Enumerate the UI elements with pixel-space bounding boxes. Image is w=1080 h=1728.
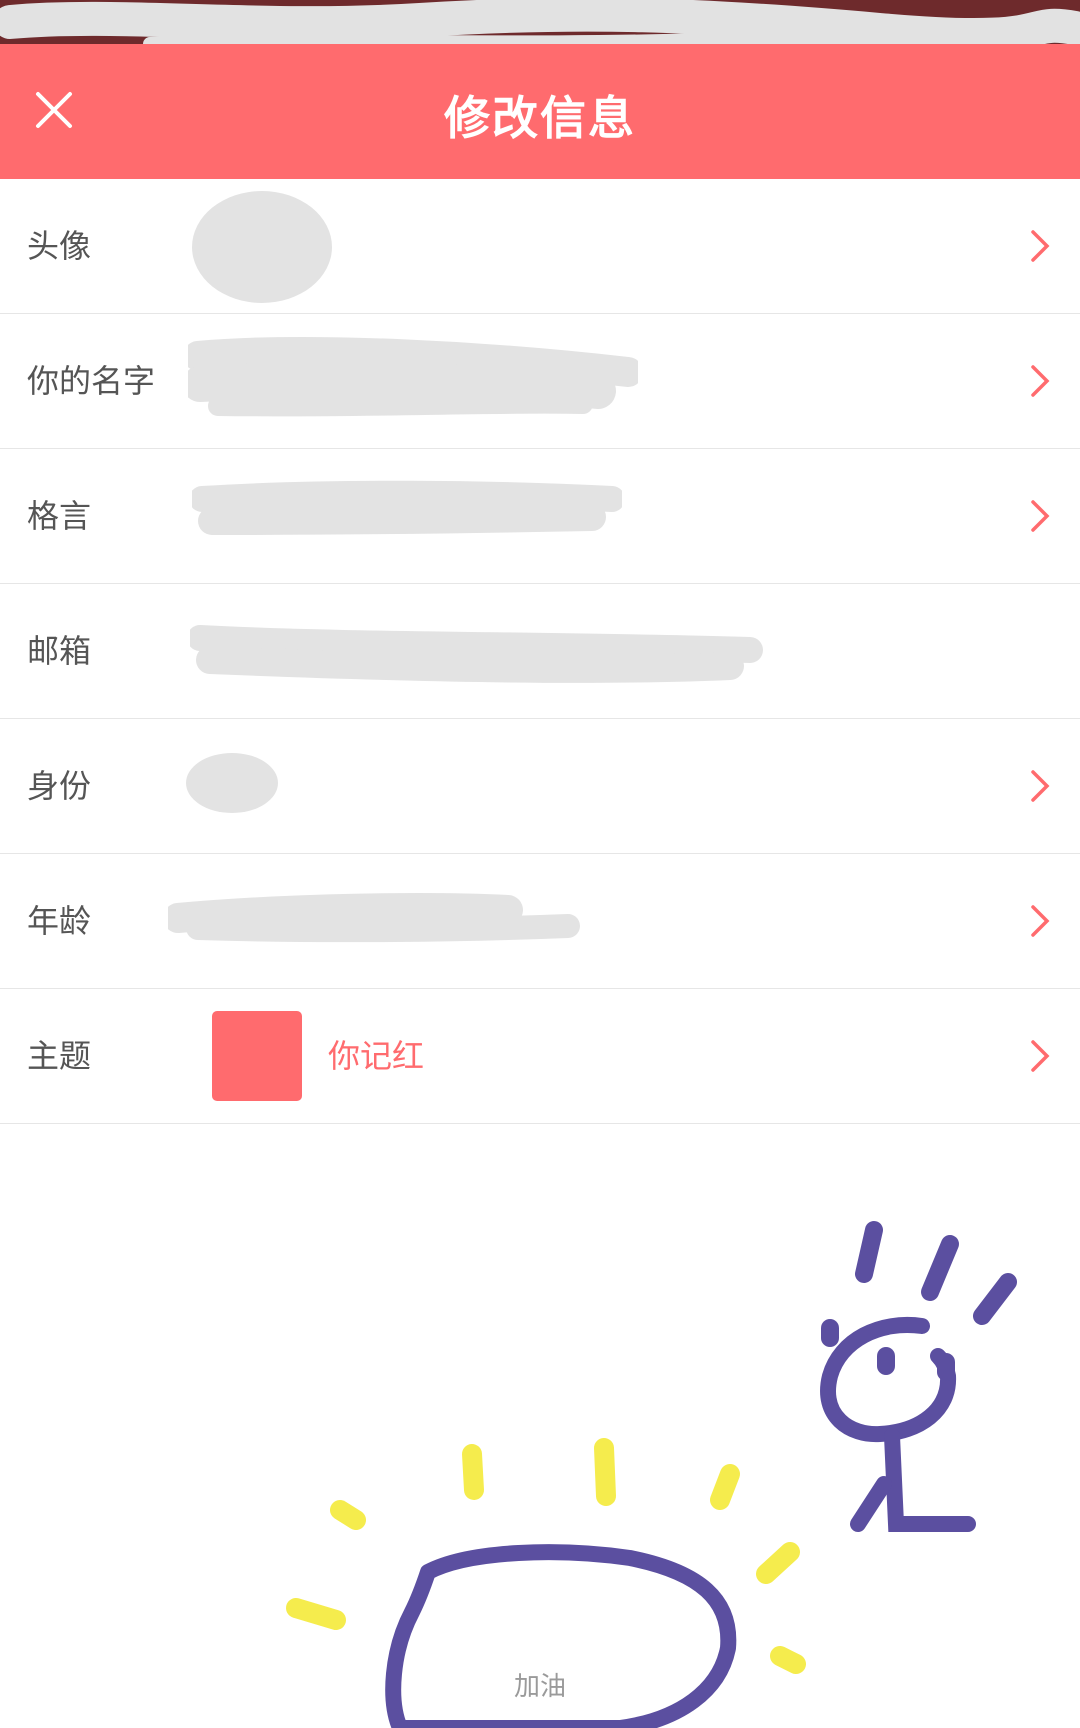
name-redaction: [188, 337, 638, 417]
row-avatar[interactable]: 头像: [0, 179, 1080, 314]
row-label-motto: 格言: [27, 497, 92, 535]
theme-color-swatch: [212, 1011, 302, 1101]
row-label-identity: 身份: [27, 767, 92, 805]
theme-name: 你记红: [328, 1037, 425, 1075]
row-theme[interactable]: 主题 你记红: [0, 989, 1080, 1124]
row-label-email: 邮箱: [27, 632, 92, 670]
chevron-right-icon: [1031, 1040, 1050, 1072]
chevron-right-icon: [1031, 365, 1050, 397]
chevron-right-icon: [1031, 770, 1050, 802]
sweat-marks: [821, 1221, 1017, 1381]
profile-settings-list: 头像 你的名字 格言 邮箱 身份 年龄 主题 你记红: [0, 179, 1080, 1124]
row-label-avatar: 头像: [27, 227, 92, 265]
row-name[interactable]: 你的名字: [0, 314, 1080, 449]
email-redaction: [190, 625, 763, 683]
row-label-theme: 主题: [27, 1037, 92, 1075]
chevron-right-icon: [1031, 500, 1050, 532]
row-age[interactable]: 年龄: [0, 854, 1080, 989]
row-label-name: 你的名字: [27, 362, 156, 400]
chevron-right-icon: [1031, 230, 1050, 262]
doodle-caption: 加油: [513, 1672, 566, 1702]
age-redaction: [168, 893, 580, 943]
page-title: 修改信息: [444, 91, 636, 145]
row-identity[interactable]: 身份: [0, 719, 1080, 854]
app-header: 修改信息: [0, 44, 1080, 179]
motto-redaction: [192, 480, 622, 535]
row-email: 邮箱: [0, 584, 1080, 719]
avatar-redaction: [192, 191, 332, 303]
row-label-age: 年龄: [27, 902, 92, 940]
doodle-drawing: [286, 1221, 1017, 1728]
row-motto[interactable]: 格言: [0, 449, 1080, 584]
chevron-right-icon: [1031, 905, 1050, 937]
identity-redaction: [186, 753, 278, 813]
